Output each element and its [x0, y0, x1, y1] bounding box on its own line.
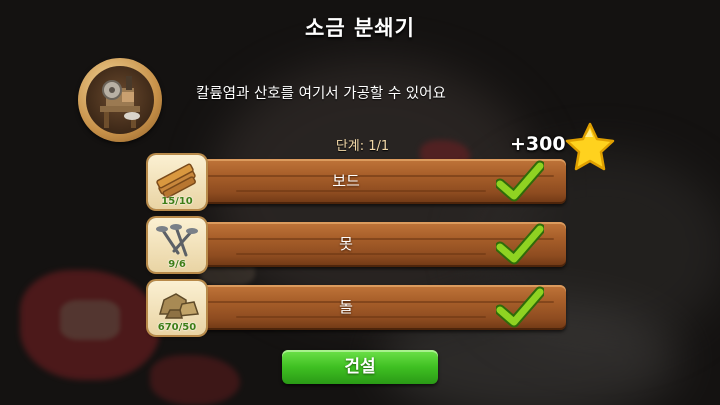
requirement-icon-box: 9/6	[148, 218, 206, 272]
requirement-row-boards: 15/10 보드	[148, 155, 568, 209]
salt-grinder-icon	[100, 76, 140, 128]
dialog-title: 소금 분쇄기	[305, 16, 415, 40]
dialog-description: 칼륨염과 산호를 여기서 가공할 수 있어요	[196, 86, 446, 102]
requirement-row-stones: 670/50 돌	[148, 281, 568, 335]
requirement-name: 보드	[332, 172, 360, 190]
requirement-icon-box: 670/50	[148, 281, 206, 335]
stage-label: 단계: 1/1	[335, 139, 390, 154]
requirement-count: 15/10	[161, 196, 193, 207]
star-icon	[565, 122, 615, 171]
requirement-name: 돌	[339, 298, 353, 316]
checkmark-icon	[496, 286, 544, 328]
nails-icon	[156, 224, 198, 257]
reward-amount: +300	[510, 133, 566, 155]
requirement-count: 9/6	[168, 259, 186, 270]
building-portrait	[78, 58, 162, 142]
stones-icon	[159, 293, 200, 319]
checkmark-icon	[496, 160, 544, 202]
requirement-name: 못	[339, 235, 353, 253]
wood-boards-icon	[156, 163, 196, 198]
build-button[interactable]: 건설	[282, 350, 438, 384]
checkmark-icon	[496, 223, 544, 265]
requirement-icon-box: 15/10	[148, 155, 206, 209]
requirement-count: 670/50	[157, 322, 197, 333]
requirement-row-nails: 9/6 못	[148, 218, 568, 272]
